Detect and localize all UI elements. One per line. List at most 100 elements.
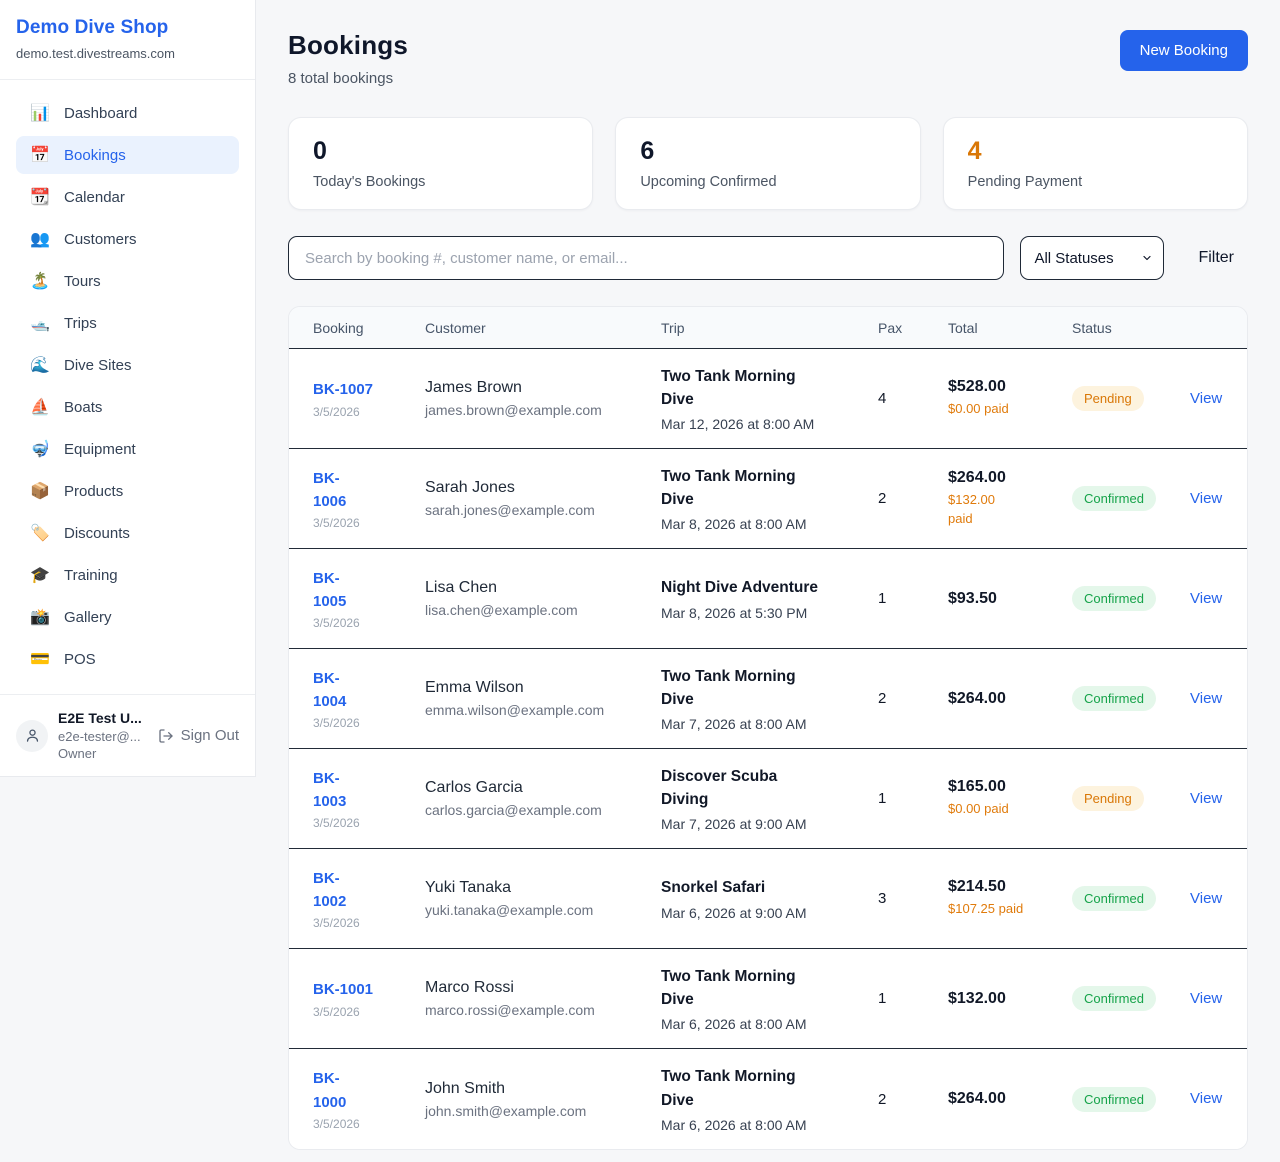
sidebar-item-tours[interactable]: 🏝️ Tours (16, 262, 239, 300)
table-row: BK- 1004 3/5/2026 Emma Wilson emma.wilso… (289, 649, 1247, 749)
sidebar-user-section: E2E Test U... e2e-tester@... Owner Sign … (0, 694, 255, 776)
status-badge: Confirmed (1072, 986, 1156, 1011)
pax-count: 2 (878, 690, 948, 707)
view-link[interactable]: View (1190, 1090, 1222, 1107)
table-row: BK- 1000 3/5/2026 John Smith john.smith@… (289, 1049, 1247, 1149)
new-booking-button[interactable]: New Booking (1120, 30, 1248, 71)
pax-count: 1 (878, 590, 948, 607)
booking-id-link[interactable]: BK- 1000 (313, 1067, 415, 1114)
pos-icon: 💳 (30, 649, 50, 669)
sidebar-item-label: Trips (64, 315, 97, 332)
page-title: Bookings (288, 30, 408, 61)
status-badge: Pending (1072, 386, 1144, 411)
stat-label: Upcoming Confirmed (640, 174, 895, 190)
user-email: e2e-tester@... (58, 729, 148, 744)
view-link[interactable]: View (1190, 790, 1222, 807)
sign-out-button[interactable]: Sign Out (158, 727, 239, 744)
sidebar-item-boats[interactable]: ⛵ Boats (16, 388, 239, 426)
status-badge: Confirmed (1072, 486, 1156, 511)
view-link[interactable]: View (1190, 990, 1222, 1007)
booking-date: 3/5/2026 (313, 1005, 415, 1019)
sidebar-item-label: Dashboard (64, 105, 137, 122)
table-header-row: Booking Customer Trip Pax Total Status (289, 307, 1247, 349)
logout-icon (158, 728, 174, 744)
status-badge: Confirmed (1072, 586, 1156, 611)
trips-icon: 🛥️ (30, 313, 50, 333)
booking-id-link[interactable]: BK-1007 (313, 378, 415, 401)
sidebar-item-label: Products (64, 483, 123, 500)
filter-button[interactable]: Filter (1198, 249, 1234, 267)
customer-name: Marco Rossi (425, 979, 651, 997)
view-link[interactable]: View (1190, 890, 1222, 907)
booking-date: 3/5/2026 (313, 616, 415, 630)
user-info: E2E Test U... e2e-tester@... Owner (58, 710, 148, 761)
trip-name: Night Dive Adventure (661, 576, 868, 599)
table-row: BK-1001 3/5/2026 Marco Rossi marco.rossi… (289, 949, 1247, 1049)
sidebar-item-label: POS (64, 651, 96, 668)
user-name: E2E Test U... (58, 710, 148, 726)
view-link[interactable]: View (1190, 390, 1222, 407)
sidebar-item-training[interactable]: 🎓 Training (16, 556, 239, 594)
sidebar-item-label: Calendar (64, 189, 125, 206)
paid-amount: $0.00 paid (948, 800, 1062, 819)
paid-amount: $107.25 paid (948, 900, 1062, 919)
dashboard-icon: 📊 (30, 103, 50, 123)
status-select[interactable]: All Statuses (1020, 236, 1164, 280)
table-row: BK- 1005 3/5/2026 Lisa Chen lisa.chen@ex… (289, 549, 1247, 649)
user-role: Owner (58, 746, 148, 761)
pax-count: 2 (878, 490, 948, 507)
boats-icon: ⛵ (30, 397, 50, 417)
view-link[interactable]: View (1190, 590, 1222, 607)
customer-email: john.smith@example.com (425, 1103, 651, 1119)
sidebar-item-trips[interactable]: 🛥️ Trips (16, 304, 239, 342)
booking-id-link[interactable]: BK- 1004 (313, 667, 415, 714)
sidebar-item-label: Bookings (64, 147, 126, 164)
table-row: BK-1007 3/5/2026 James Brown james.brown… (289, 349, 1247, 449)
booking-id-link[interactable]: BK- 1005 (313, 567, 415, 614)
trip-name: Two Tank Morning Dive (661, 365, 868, 412)
stat-label: Today's Bookings (313, 174, 568, 190)
customer-name: Yuki Tanaka (425, 879, 651, 897)
table-row: BK- 1006 3/5/2026 Sarah Jones sarah.jone… (289, 449, 1247, 549)
sidebar-item-customers[interactable]: 👥 Customers (16, 220, 239, 258)
trip-datetime: Mar 12, 2026 at 8:00 AM (661, 416, 868, 432)
search-input[interactable] (288, 236, 1004, 280)
sidebar-item-label: Discounts (64, 525, 130, 542)
main-content: Bookings 8 total bookings New Booking 0 … (256, 0, 1280, 1150)
booking-date: 3/5/2026 (313, 816, 415, 830)
sidebar-item-label: Equipment (64, 441, 136, 458)
booking-id-link[interactable]: BK- 1002 (313, 867, 415, 914)
view-link[interactable]: View (1190, 690, 1222, 707)
sidebar-item-calendar[interactable]: 📆 Calendar (16, 178, 239, 216)
trip-name: Two Tank Morning Dive (661, 1065, 868, 1112)
view-link[interactable]: View (1190, 490, 1222, 507)
sidebar-item-label: Tours (64, 273, 101, 290)
customers-icon: 👥 (30, 229, 50, 249)
column-header-customer: Customer (425, 320, 661, 336)
sidebar-item-products[interactable]: 📦 Products (16, 472, 239, 510)
booking-id-link[interactable]: BK- 1006 (313, 467, 415, 514)
booking-id-link[interactable]: BK-1001 (313, 978, 415, 1001)
sidebar-item-dive-sites[interactable]: 🌊 Dive Sites (16, 346, 239, 384)
avatar (16, 720, 48, 752)
customer-name: James Brown (425, 379, 651, 397)
sidebar-item-label: Gallery (64, 609, 112, 626)
sidebar-item-bookings[interactable]: 📅 Bookings (16, 136, 239, 174)
gallery-icon: 📸 (30, 607, 50, 627)
pax-count: 1 (878, 790, 948, 807)
sidebar-item-discounts[interactable]: 🏷️ Discounts (16, 514, 239, 552)
trip-datetime: Mar 8, 2026 at 5:30 PM (661, 605, 868, 621)
sidebar-item-dashboard[interactable]: 📊 Dashboard (16, 94, 239, 132)
customer-name: Carlos Garcia (425, 779, 651, 797)
stat-value-0: 0 (313, 137, 568, 166)
sidebar-item-pos[interactable]: 💳 POS (16, 640, 239, 678)
calendar-icon: 📆 (30, 187, 50, 207)
stat-label: Pending Payment (968, 174, 1223, 190)
booking-id-link[interactable]: BK- 1003 (313, 767, 415, 814)
column-header-booking: Booking (313, 320, 425, 336)
column-header-trip: Trip (661, 320, 878, 336)
sidebar-item-equipment[interactable]: 🤿 Equipment (16, 430, 239, 468)
booking-date: 3/5/2026 (313, 516, 415, 530)
sidebar-item-gallery[interactable]: 📸 Gallery (16, 598, 239, 636)
status-badge: Confirmed (1072, 686, 1156, 711)
